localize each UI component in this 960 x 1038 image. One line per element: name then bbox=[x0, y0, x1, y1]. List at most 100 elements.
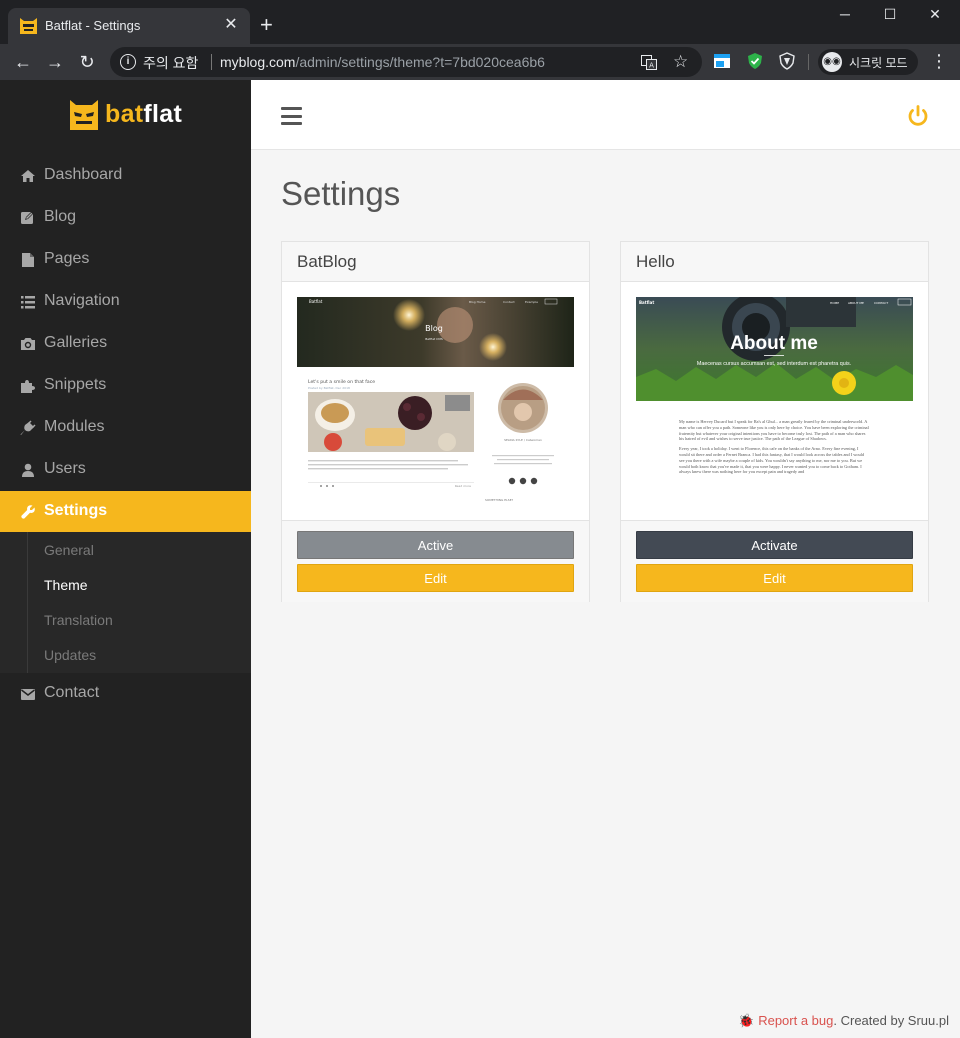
minimize-button[interactable]: ─ bbox=[822, 6, 868, 22]
sidebar-item-blog[interactable]: Blog bbox=[0, 197, 251, 239]
batblog-preview-svg: Batflat Blog Home Contact Example Blog B… bbox=[297, 297, 574, 502]
bug-icon: 🐞 bbox=[738, 1013, 755, 1028]
window-close-button[interactable]: ✕ bbox=[912, 6, 958, 23]
page-title: Settings bbox=[281, 175, 401, 212]
maximize-button[interactable]: ☐ bbox=[867, 6, 913, 23]
camera-icon bbox=[21, 338, 35, 350]
preview-nav-1: HOME bbox=[830, 301, 839, 305]
settings-subnav: General Theme Translation Updates bbox=[0, 532, 251, 673]
hamburger-menu-icon[interactable] bbox=[281, 107, 302, 125]
main-content: Settings BatBlog Batflat Blog Home Conta… bbox=[251, 80, 960, 1038]
preview-profile-caption: SELINA KYLE / Catwoman bbox=[504, 438, 542, 442]
preview-nav-3: CONTACT bbox=[874, 301, 888, 305]
sidebar-item-dashboard[interactable]: Dashboard bbox=[0, 155, 251, 197]
preview-paragraph-2: Every year, I took a holiday. I went to … bbox=[679, 446, 865, 475]
card-header: BatBlog bbox=[282, 242, 589, 282]
preview-hero-title: About me bbox=[730, 333, 818, 354]
preview-nav-1: Blog Home bbox=[469, 300, 486, 304]
theme-name: BatBlog bbox=[297, 252, 357, 271]
sidebar-item-snippets[interactable]: Snippets bbox=[0, 365, 251, 407]
sidebar-item-pages[interactable]: Pages bbox=[0, 239, 251, 281]
preview-brand: Batflat bbox=[639, 300, 654, 305]
preview-hero-sub: Batflat CMS bbox=[425, 337, 443, 341]
preview-hero-title: Blog bbox=[425, 324, 443, 333]
security-warning-label: 주의 요함 bbox=[143, 55, 199, 71]
sidebar-item-navigation[interactable]: Navigation bbox=[0, 281, 251, 323]
puzzle-icon bbox=[21, 380, 35, 393]
info-icon[interactable]: i bbox=[120, 54, 136, 70]
back-arrow-icon[interactable]: ← bbox=[12, 51, 34, 73]
theme-card-batblog: BatBlog Batflat Blog Home Contact Exampl… bbox=[281, 241, 590, 602]
plug-icon bbox=[20, 420, 36, 435]
subnav-item-general[interactable]: General bbox=[44, 542, 94, 558]
theme-preview-image: Batflat HOME ABOUT ME CONTACT About me M… bbox=[636, 297, 913, 519]
home-icon bbox=[21, 170, 35, 182]
list-icon bbox=[21, 296, 35, 309]
edit-button[interactable]: Edit bbox=[297, 564, 574, 592]
preview-sidebar-heading: SOMETHING ELSE? bbox=[485, 498, 514, 502]
activate-button[interactable]: Activate bbox=[636, 531, 913, 559]
address-separator bbox=[211, 54, 212, 70]
preview-read-more: Read more bbox=[455, 484, 471, 488]
reload-icon[interactable]: ↻ bbox=[76, 51, 98, 73]
url-text[interactable]: myblog.com/admin/settings/theme?t=7bd020… bbox=[220, 54, 545, 70]
top-bar bbox=[251, 80, 960, 150]
subnav-item-translation[interactable]: Translation bbox=[44, 612, 113, 628]
sidebar-item-label: Navigation bbox=[44, 292, 120, 309]
envelope-icon bbox=[21, 689, 35, 700]
edit-button[interactable]: Edit bbox=[636, 564, 913, 592]
subnav-item-theme[interactable]: Theme bbox=[44, 577, 88, 593]
theme-preview-image: Batflat Blog Home Contact Example Blog B… bbox=[297, 297, 574, 519]
browser-tab-bar: Batflat - Settings ✕ + ─ ☐ ✕ bbox=[0, 0, 960, 44]
sidebar-item-label: Blog bbox=[44, 208, 77, 225]
preview-nav-2: ABOUT ME bbox=[848, 301, 864, 305]
subnav-line bbox=[27, 532, 28, 673]
wrench-icon bbox=[21, 505, 35, 519]
brand-name: batflat bbox=[105, 100, 183, 128]
incognito-indicator[interactable]: ◉◉ 시크릿 모드 bbox=[818, 49, 918, 75]
footer: 🐞 Report a bug. Created by Sruu.pl bbox=[738, 1013, 949, 1029]
shield-extension-icon[interactable] bbox=[778, 52, 796, 70]
forward-arrow-icon[interactable]: → bbox=[44, 51, 66, 73]
translate-icon[interactable]: A bbox=[641, 55, 657, 70]
preview-paragraph-1: My name is Hervey Ducard but I speak for… bbox=[679, 419, 869, 442]
shield-check-extension-icon[interactable] bbox=[746, 52, 764, 70]
sidebar-item-label: Dashboard bbox=[44, 166, 123, 183]
preview-post-meta: Posted by Batflat, Dec 2018 bbox=[308, 386, 350, 390]
sidebar-item-users[interactable]: Users bbox=[0, 449, 251, 491]
card-header: Hello bbox=[621, 242, 928, 282]
hello-preview-svg: Batflat HOME ABOUT ME CONTACT About me M… bbox=[636, 297, 913, 475]
new-tab-button[interactable]: + bbox=[260, 14, 273, 36]
sidebar: batflat Dashboard Blog Pages Navigation … bbox=[0, 80, 251, 1038]
sidebar-item-contact[interactable]: Contact bbox=[0, 673, 251, 715]
sidebar-item-galleries[interactable]: Galleries bbox=[0, 323, 251, 365]
preview-brand: Batflat bbox=[309, 299, 323, 304]
sidebar-item-label: Snippets bbox=[44, 376, 107, 393]
tab-title: Batflat - Settings bbox=[45, 18, 141, 33]
sidebar-item-label: Pages bbox=[44, 250, 90, 267]
user-icon bbox=[22, 463, 34, 477]
sidebar-item-settings[interactable]: Settings bbox=[0, 491, 251, 533]
batflat-favicon-icon bbox=[20, 18, 37, 34]
browser-tab[interactable]: Batflat - Settings ✕ bbox=[8, 8, 250, 44]
sidebar-item-modules[interactable]: Modules bbox=[0, 407, 251, 449]
card-footer: Active Edit bbox=[282, 520, 589, 602]
power-icon[interactable] bbox=[906, 104, 930, 128]
sidebar-item-label: Galleries bbox=[44, 334, 108, 351]
preview-nav-2: Contact bbox=[503, 300, 515, 304]
batflat-logo-icon bbox=[70, 100, 98, 130]
preview-post-title: Let's put a smile on that face bbox=[308, 379, 375, 385]
file-icon bbox=[22, 253, 34, 267]
extension-window-icon[interactable] bbox=[713, 52, 731, 70]
browser-menu-icon[interactable]: ⋮ bbox=[930, 52, 948, 70]
report-bug-link[interactable]: 🐞 Report a bug bbox=[738, 1013, 833, 1028]
card-footer: Activate Edit bbox=[621, 520, 928, 602]
address-bar[interactable]: i 주의 요함 myblog.com/admin/settings/theme?… bbox=[110, 47, 702, 77]
sidebar-item-label: Settings bbox=[44, 502, 108, 519]
subnav-item-updates[interactable]: Updates bbox=[44, 647, 96, 663]
tab-close-icon[interactable]: ✕ bbox=[222, 16, 240, 34]
active-button[interactable]: Active bbox=[297, 531, 574, 559]
bookmark-star-icon[interactable]: ☆ bbox=[673, 52, 688, 72]
incognito-icon: ◉◉ bbox=[822, 52, 842, 72]
preview-hero-sub: Maecenas cursus accumsan est, sed interd… bbox=[697, 361, 851, 367]
